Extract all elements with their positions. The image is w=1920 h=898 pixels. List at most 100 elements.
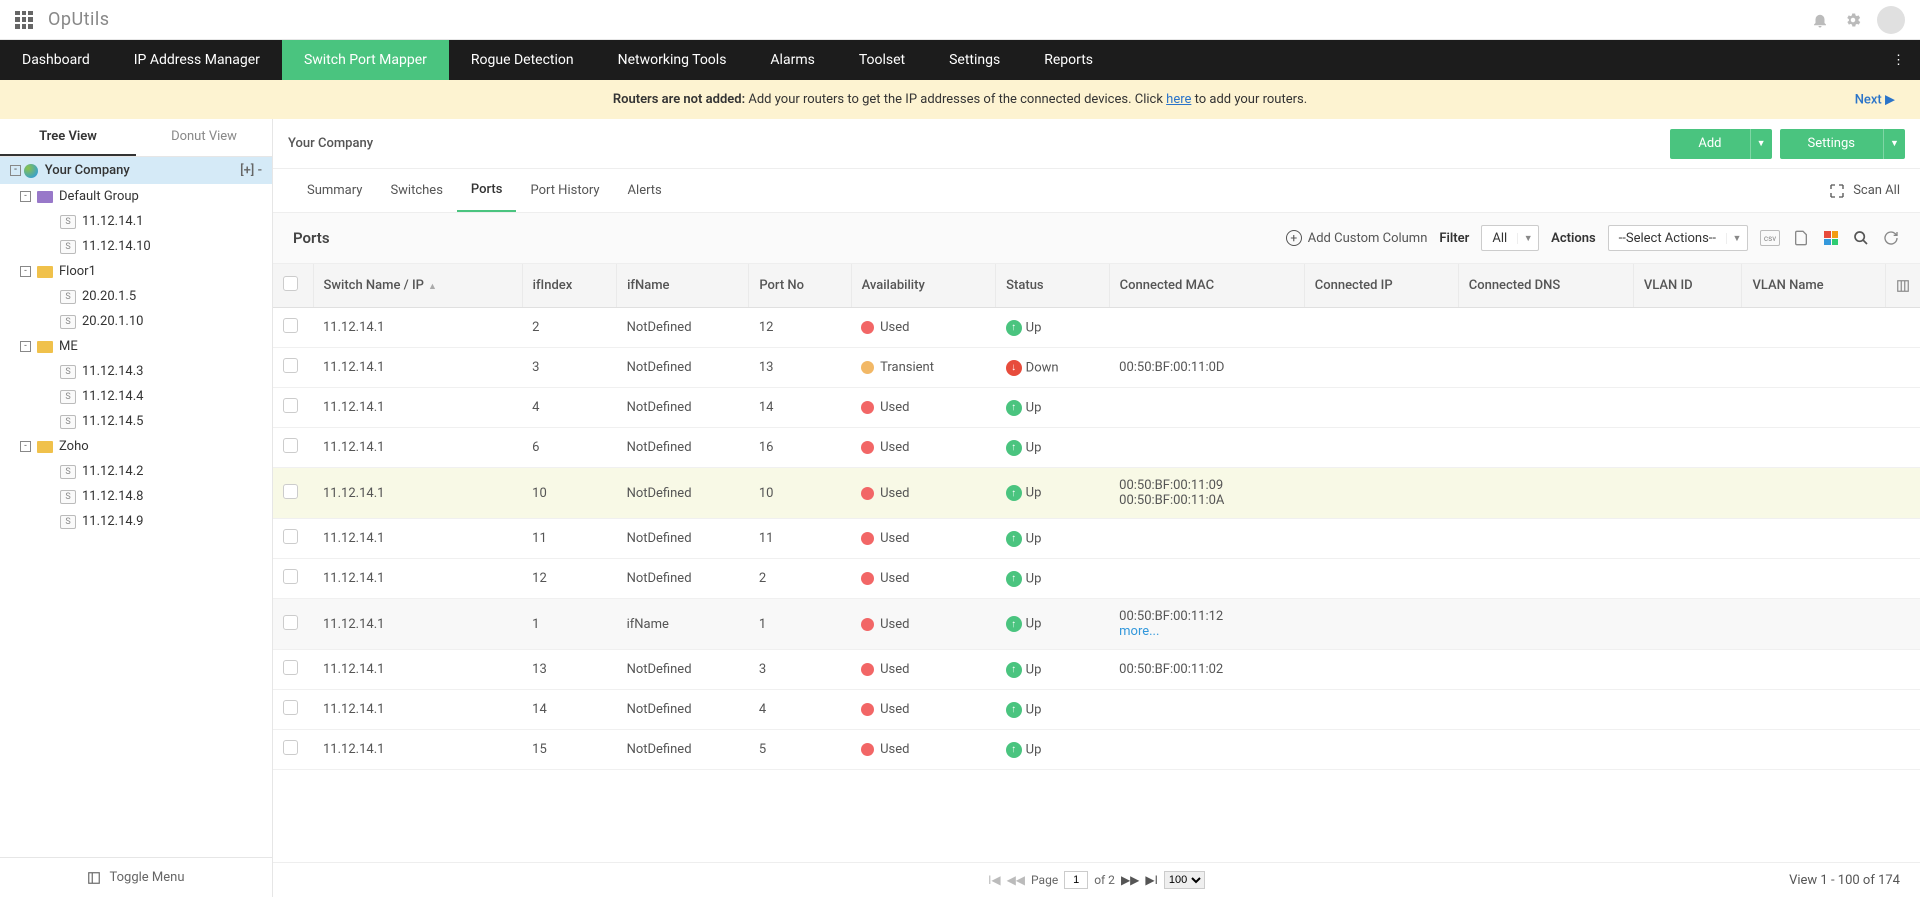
nav-item[interactable]: Reports bbox=[1022, 40, 1115, 80]
table-row[interactable]: 11.12.14.1 12 NotDefined 2 Used ↑Up bbox=[273, 559, 1920, 599]
per-page-select[interactable]: 100 bbox=[1164, 871, 1205, 889]
row-checkbox[interactable] bbox=[283, 740, 298, 755]
export-csv-icon[interactable]: csv bbox=[1760, 230, 1780, 246]
sub-tab[interactable]: Alerts bbox=[614, 169, 676, 212]
row-checkbox[interactable] bbox=[283, 438, 298, 453]
more-icon[interactable]: ⋮ bbox=[1877, 40, 1920, 80]
search-icon[interactable] bbox=[1852, 229, 1870, 247]
nav-item[interactable]: Toolset bbox=[837, 40, 927, 80]
collapse-icon[interactable]: - bbox=[20, 341, 31, 352]
table-row[interactable]: 11.12.14.1 1 ifName 1 Used ↑Up 00:50:BF:… bbox=[273, 599, 1920, 650]
tab-donut-view[interactable]: Donut View bbox=[136, 119, 272, 156]
settings-button[interactable]: Settings▼ bbox=[1780, 129, 1905, 159]
prev-page-icon[interactable]: ◀◀ bbox=[1007, 873, 1025, 887]
refresh-icon[interactable] bbox=[1882, 229, 1900, 247]
table-row[interactable]: 11.12.14.1 10 NotDefined 10 Used ↑Up 00:… bbox=[273, 468, 1920, 519]
row-checkbox[interactable] bbox=[283, 615, 298, 630]
column-header[interactable]: VLAN ID bbox=[1633, 264, 1742, 308]
tree-switch-item[interactable]: S11.12.14.4 bbox=[0, 384, 272, 409]
gear-icon[interactable] bbox=[1844, 11, 1862, 29]
actions-select[interactable]: --Select Actions--▼ bbox=[1608, 225, 1748, 251]
table-row[interactable]: 11.12.14.1 3 NotDefined 13 Transient ↓Do… bbox=[273, 348, 1920, 388]
row-checkbox[interactable] bbox=[283, 660, 298, 675]
more-link[interactable]: more... bbox=[1119, 624, 1159, 639]
table-row[interactable]: 11.12.14.1 13 NotDefined 3 Used ↑Up 00:5… bbox=[273, 650, 1920, 690]
last-page-icon[interactable]: ▶I bbox=[1145, 873, 1158, 887]
collapse-icon[interactable]: - bbox=[20, 266, 31, 277]
sub-tab[interactable]: Switches bbox=[376, 169, 456, 212]
tree-group[interactable]: -Zoho bbox=[0, 434, 272, 459]
row-checkbox[interactable] bbox=[283, 358, 298, 373]
export-pdf-icon[interactable] bbox=[1792, 229, 1810, 247]
row-checkbox[interactable] bbox=[283, 318, 298, 333]
toggle-menu-button[interactable]: Toggle Menu bbox=[0, 857, 272, 897]
tree-group[interactable]: -Floor1 bbox=[0, 259, 272, 284]
columns-icon[interactable] bbox=[1896, 279, 1910, 293]
tab-tree-view[interactable]: Tree View bbox=[0, 119, 136, 156]
tree-switch-item[interactable]: S20.20.1.5 bbox=[0, 284, 272, 309]
nav-item[interactable]: Rogue Detection bbox=[449, 40, 596, 80]
chevron-down-icon[interactable]: ▼ bbox=[1883, 129, 1905, 159]
tree-group[interactable]: -Default Group bbox=[0, 184, 272, 209]
bell-icon[interactable] bbox=[1811, 11, 1829, 29]
banner-next-button[interactable]: Next ▶ bbox=[1855, 92, 1895, 107]
tree-switch-item[interactable]: S11.12.14.10 bbox=[0, 234, 272, 259]
sub-tab[interactable]: Port History bbox=[516, 169, 613, 212]
nav-item[interactable]: Settings bbox=[927, 40, 1022, 80]
tree-switch-item[interactable]: S20.20.1.10 bbox=[0, 309, 272, 334]
apps-grid-icon[interactable] bbox=[15, 11, 33, 29]
select-all-checkbox[interactable] bbox=[283, 276, 298, 291]
filter-select[interactable]: All▼ bbox=[1481, 225, 1539, 251]
grid-view-icon[interactable] bbox=[1822, 229, 1840, 247]
table-row[interactable]: 11.12.14.1 15 NotDefined 5 Used ↑Up bbox=[273, 730, 1920, 770]
tree-root[interactable]: - Your Company[+] - bbox=[0, 157, 272, 184]
add-custom-column-button[interactable]: +Add Custom Column bbox=[1286, 230, 1428, 246]
column-header[interactable]: Connected DNS bbox=[1458, 264, 1633, 308]
sub-tab[interactable]: Summary bbox=[293, 169, 376, 212]
column-header[interactable]: Availability bbox=[851, 264, 996, 308]
first-page-icon[interactable]: I◀ bbox=[988, 873, 1001, 887]
page-input[interactable] bbox=[1064, 871, 1088, 889]
column-header[interactable]: Connected IP bbox=[1304, 264, 1458, 308]
table-row[interactable]: 11.12.14.1 11 NotDefined 11 Used ↑Up bbox=[273, 519, 1920, 559]
nav-item[interactable]: Networking Tools bbox=[596, 40, 749, 80]
column-header[interactable] bbox=[273, 264, 313, 308]
column-header[interactable]: ifIndex bbox=[522, 264, 616, 308]
tree-switch-item[interactable]: S11.12.14.5 bbox=[0, 409, 272, 434]
row-checkbox[interactable] bbox=[283, 569, 298, 584]
column-header[interactable]: Status bbox=[996, 264, 1109, 308]
row-checkbox[interactable] bbox=[283, 484, 298, 499]
table-row[interactable]: 11.12.14.1 4 NotDefined 14 Used ↑Up bbox=[273, 388, 1920, 428]
add-button[interactable]: Add▼ bbox=[1670, 129, 1771, 159]
table-row[interactable]: 11.12.14.1 6 NotDefined 16 Used ↑Up bbox=[273, 428, 1920, 468]
banner-link[interactable]: here bbox=[1166, 92, 1191, 107]
column-header[interactable]: Connected MAC bbox=[1109, 264, 1304, 308]
chevron-down-icon[interactable]: ▼ bbox=[1750, 129, 1772, 159]
nav-item[interactable]: Alarms bbox=[748, 40, 836, 80]
collapse-icon[interactable]: - bbox=[20, 441, 31, 452]
column-header[interactable]: Port No bbox=[749, 264, 851, 308]
row-checkbox[interactable] bbox=[283, 529, 298, 544]
nav-item[interactable]: Switch Port Mapper bbox=[282, 40, 449, 80]
avatar[interactable] bbox=[1877, 6, 1905, 34]
row-checkbox[interactable] bbox=[283, 700, 298, 715]
scan-all-button[interactable]: Scan All bbox=[1829, 183, 1900, 199]
nav-item[interactable]: Dashboard bbox=[0, 40, 112, 80]
collapse-icon[interactable]: - bbox=[10, 165, 21, 176]
tree-switch-item[interactable]: S11.12.14.9 bbox=[0, 509, 272, 534]
column-header[interactable]: Switch Name / IP▲ bbox=[313, 264, 522, 308]
table-row[interactable]: 11.12.14.1 14 NotDefined 4 Used ↑Up bbox=[273, 690, 1920, 730]
tree-switch-item[interactable]: S11.12.14.1 bbox=[0, 209, 272, 234]
tree-switch-item[interactable]: S11.12.14.3 bbox=[0, 359, 272, 384]
tree-switch-item[interactable]: S11.12.14.2 bbox=[0, 459, 272, 484]
nav-item[interactable]: IP Address Manager bbox=[112, 40, 282, 80]
tree-group[interactable]: -ME bbox=[0, 334, 272, 359]
next-page-icon[interactable]: ▶▶ bbox=[1121, 873, 1139, 887]
sub-tab[interactable]: Ports bbox=[457, 169, 517, 212]
collapse-icon[interactable]: - bbox=[20, 191, 31, 202]
tree-switch-item[interactable]: S11.12.14.8 bbox=[0, 484, 272, 509]
column-header[interactable]: VLAN Name bbox=[1742, 264, 1886, 308]
table-row[interactable]: 11.12.14.1 2 NotDefined 12 Used ↑Up bbox=[273, 308, 1920, 348]
column-header[interactable] bbox=[1886, 264, 1920, 308]
table-wrap[interactable]: Switch Name / IP▲ifIndexifNamePort NoAva… bbox=[273, 264, 1920, 862]
